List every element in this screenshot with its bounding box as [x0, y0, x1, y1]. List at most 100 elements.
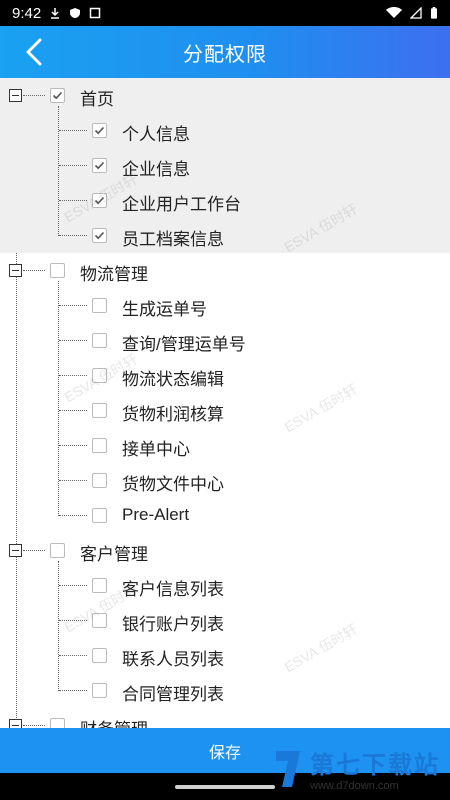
group-label: 财务管理: [80, 715, 148, 728]
item-label: 员工档案信息: [122, 230, 224, 249]
item-checkbox[interactable]: [92, 578, 107, 593]
item-label: 银行账户列表: [122, 615, 224, 634]
check-icon: [94, 161, 105, 170]
tree-connector: [59, 620, 87, 621]
tree-group-row[interactable]: 客户管理: [0, 533, 450, 568]
item-checkbox[interactable]: [92, 228, 107, 243]
tree-connector: [59, 655, 87, 656]
check-icon: [52, 91, 63, 100]
brand-name: 第七下载站: [310, 752, 440, 779]
item-checkbox[interactable]: [92, 333, 107, 348]
tree-connector: [59, 130, 87, 131]
permission-tree: 首页 个人信息企业信息企业用户工作台 员工档案信息物流管理生成运单号查询/管理运单号…: [0, 78, 450, 728]
item-checkbox[interactable]: [92, 648, 107, 663]
item-checkbox[interactable]: [92, 473, 107, 488]
tree-connector: [23, 725, 45, 726]
tree-item-row[interactable]: 个人信息: [0, 113, 450, 148]
group-label: 物流管理: [80, 265, 148, 284]
tree-item-row[interactable]: 物流状态编辑: [0, 358, 450, 393]
tree-connector: [59, 585, 87, 586]
group-label: 首页: [80, 90, 114, 109]
tree-item-row[interactable]: 客户信息列表: [0, 568, 450, 603]
wifi-icon: [386, 7, 402, 18]
item-checkbox[interactable]: [92, 298, 107, 313]
page-title: 分配权限: [183, 43, 267, 66]
collapse-toggle-icon[interactable]: [9, 544, 22, 557]
tree-item-row[interactable]: 查询/管理运单号: [0, 323, 450, 358]
group-checkbox[interactable]: [50, 263, 65, 278]
item-label: 货物文件中心: [122, 475, 224, 494]
group-checkbox[interactable]: [50, 543, 65, 558]
tree-item-row[interactable]: 员工档案信息: [0, 218, 450, 253]
tree-connector: [23, 270, 45, 271]
chevron-left-icon: [26, 38, 42, 66]
tree-item-row[interactable]: 生成运单号: [0, 288, 450, 323]
item-label: 合同管理列表: [122, 685, 224, 704]
tree-connector: [59, 515, 87, 516]
tree-item-row[interactable]: Pre-Alert: [0, 498, 450, 533]
item-label: 生成运单号: [122, 300, 207, 319]
item-label: 接单中心: [122, 440, 190, 459]
item-label: 客户信息列表: [122, 580, 224, 599]
tree-item-row[interactable]: 联系人员列表: [0, 638, 450, 673]
check-icon: [94, 196, 105, 205]
tree-item-row[interactable]: 合同管理列表: [0, 673, 450, 708]
tree-connector: [23, 95, 45, 96]
item-label: 个人信息: [122, 125, 190, 144]
brand-logo-icon: [276, 750, 300, 787]
item-label: 联系人员列表: [122, 650, 224, 669]
group-checkbox[interactable]: [50, 718, 65, 728]
tree-item-row[interactable]: 企业信息: [0, 148, 450, 183]
item-label: 查询/管理运单号: [122, 335, 246, 354]
tree-item-row[interactable]: 企业用户工作台: [0, 183, 450, 218]
tree-connector: [59, 690, 87, 691]
item-checkbox[interactable]: [92, 403, 107, 418]
signal-icon: [410, 7, 422, 19]
tree-connector: [59, 165, 87, 166]
tree-item-row[interactable]: 货物利润核算: [0, 393, 450, 428]
tree-item-row[interactable]: 接单中心: [0, 428, 450, 463]
item-checkbox[interactable]: [92, 438, 107, 453]
tree-connector: [59, 375, 87, 376]
tree-group-row[interactable]: 财务管理: [0, 708, 450, 728]
group-checkbox[interactable]: [50, 88, 65, 103]
brand-url: www.d7down.com: [310, 780, 399, 792]
collapse-toggle-icon[interactable]: [9, 719, 22, 728]
item-label: Pre-Alert: [122, 505, 190, 524]
download-status-icon: [51, 8, 60, 19]
collapse-toggle-icon[interactable]: [9, 264, 22, 277]
item-checkbox[interactable]: [92, 368, 107, 383]
item-checkbox[interactable]: [92, 123, 107, 138]
tree-connector: [59, 305, 87, 306]
collapse-toggle-icon[interactable]: [9, 89, 22, 102]
check-icon: [94, 126, 105, 135]
tree-item-row[interactable]: 银行账户列表: [0, 603, 450, 638]
home-gesture-handle[interactable]: [175, 785, 275, 789]
screenshot-status-icon: [89, 7, 101, 19]
tree-connector: [59, 480, 87, 481]
tree-group-row[interactable]: 物流管理: [0, 253, 450, 288]
item-label: 物流状态编辑: [122, 370, 224, 389]
site-watermark: 第七下载站 www.d7down.com: [272, 745, 440, 792]
item-label: 企业用户工作台: [122, 195, 241, 214]
shield-status-icon: [70, 8, 81, 18]
tree-connector: [59, 340, 87, 341]
tree-group-row[interactable]: 首页: [0, 78, 450, 113]
item-checkbox[interactable]: [92, 193, 107, 208]
item-label: 货物利润核算: [122, 405, 224, 424]
tree-connector: [59, 200, 87, 201]
group-label: 客户管理: [80, 545, 148, 564]
back-button[interactable]: [18, 36, 50, 68]
item-label: 企业信息: [122, 160, 190, 179]
item-checkbox[interactable]: [92, 683, 107, 698]
item-checkbox[interactable]: [92, 158, 107, 173]
tree-item-row[interactable]: 货物文件中心: [0, 463, 450, 498]
tree-connector: [59, 410, 87, 411]
status-time: 9:42: [12, 4, 42, 22]
tree-connector: [23, 550, 45, 551]
save-button-label: 保存: [208, 744, 241, 762]
battery-icon: [431, 7, 437, 19]
item-checkbox[interactable]: [92, 613, 107, 628]
check-icon: [94, 231, 105, 240]
item-checkbox[interactable]: [92, 508, 107, 523]
